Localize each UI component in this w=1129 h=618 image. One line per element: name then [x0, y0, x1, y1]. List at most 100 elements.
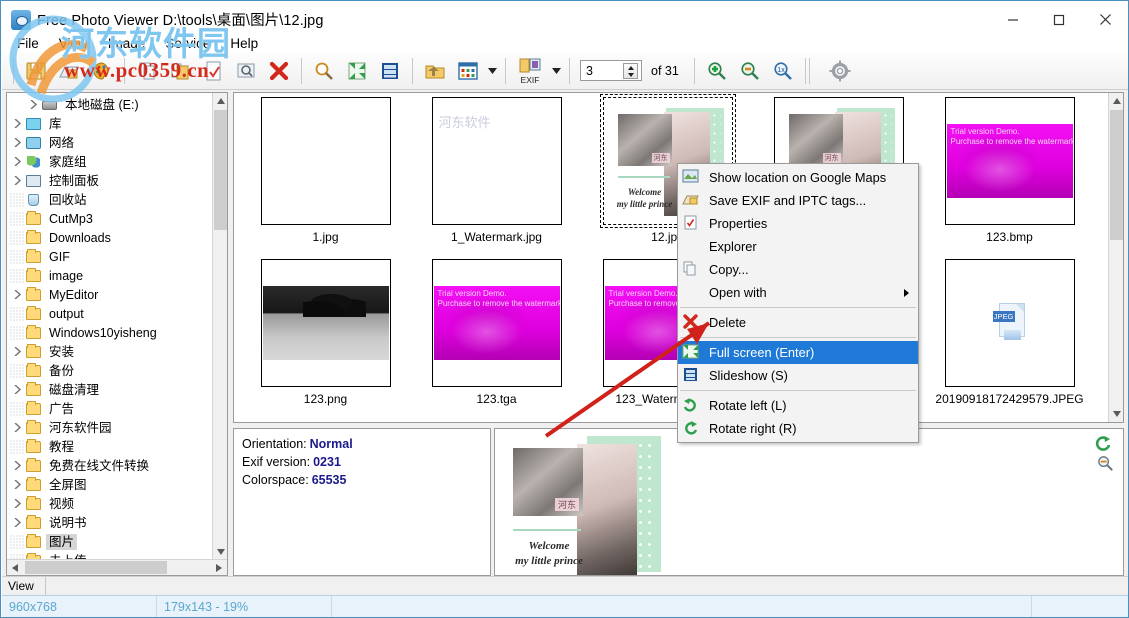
tree-item[interactable]: 视频: [7, 494, 213, 513]
tree-item[interactable]: 家庭组: [7, 152, 213, 171]
thumbnail-item[interactable]: 1.jpg: [240, 97, 411, 259]
tree-item[interactable]: 网络: [7, 133, 213, 152]
thumbnail-item[interactable]: 河东软件 1_Watermark.jpg: [411, 97, 582, 259]
exif-button[interactable]: EXIF: [512, 54, 548, 88]
tree-expand-icon[interactable]: [25, 97, 41, 113]
context-menu-item[interactable]: Save EXIF and IPTC tags...: [678, 189, 918, 212]
tree-hscroll-thumb[interactable]: [25, 561, 167, 574]
preview-button[interactable]: [230, 55, 262, 87]
tree-item[interactable]: 教程: [7, 437, 213, 456]
select-button[interactable]: [197, 55, 229, 87]
grid-view-dropdown[interactable]: [485, 56, 499, 86]
fullscreen-button[interactable]: [341, 55, 373, 87]
tree-item[interactable]: 免费在线文件转换: [7, 456, 213, 475]
thumbnail-item[interactable]: Trial version Demo.Purchase to remove th…: [924, 97, 1095, 259]
tree-item[interactable]: 控制面板: [7, 171, 213, 190]
film-button[interactable]: [374, 55, 406, 87]
tree-expand-icon[interactable]: [9, 477, 25, 493]
palette-button[interactable]: [86, 55, 118, 87]
actual-size-button[interactable]: 1x: [767, 55, 799, 87]
tree-item[interactable]: 库: [7, 114, 213, 133]
context-menu-item[interactable]: Delete: [678, 311, 918, 334]
thumbnail-scroll-down-button[interactable]: [1109, 406, 1123, 422]
thumbnail-item[interactable]: JPEG 20190918172429579.JPEG: [924, 259, 1095, 421]
tree-item[interactable]: 安装: [7, 342, 213, 361]
thumbnail-scroll-thumb[interactable]: [1110, 110, 1123, 240]
thumbnail-item[interactable]: Trial version Demo.Purchase to remove th…: [411, 259, 582, 421]
image-preview-panel[interactable]: Welcome my little prince: [494, 428, 1124, 576]
context-menu-item[interactable]: Explorer: [678, 235, 918, 258]
tree-expand-icon[interactable]: [9, 344, 25, 360]
tree-horizontal-scrollbar[interactable]: [7, 559, 227, 575]
context-menu-item[interactable]: Full screen (Enter): [678, 341, 918, 364]
tree-item[interactable]: 广告: [7, 399, 213, 418]
open-image-button[interactable]: [53, 55, 85, 87]
thumbnail-grid[interactable]: 1.jpg河东软件1_Watermark.jpgWelcomemy little…: [234, 93, 1108, 422]
page-spinner[interactable]: 3 of 31: [580, 60, 679, 81]
tree-item[interactable]: CutMp3: [7, 209, 213, 228]
paste-folder-button[interactable]: [164, 55, 196, 87]
tree-expand-icon[interactable]: [9, 135, 25, 151]
context-menu-item[interactable]: Open with: [678, 281, 918, 304]
thumbnail-image[interactable]: [260, 259, 391, 387]
tree-scroll-up-button[interactable]: [213, 93, 227, 109]
thumbnail-image[interactable]: [260, 97, 391, 225]
thumbnail-scroll-up-button[interactable]: [1109, 93, 1123, 109]
tree-item[interactable]: 河东软件园: [7, 418, 213, 437]
tree-expand-icon[interactable]: [9, 287, 25, 303]
thumbnail-image[interactable]: Trial version Demo.Purchase to remove th…: [944, 97, 1075, 225]
folder-tree[interactable]: 本地磁盘 (E:) 库网络 家庭组 控制面板 回收站 CutMp3 Downloads GIF…: [7, 93, 213, 560]
menu-image[interactable]: Image: [98, 35, 156, 52]
thumbnail-item[interactable]: 123.png: [240, 259, 411, 421]
zoom-button[interactable]: [308, 55, 340, 87]
context-menu-item[interactable]: Slideshow (S): [678, 364, 918, 387]
tree-item[interactable]: Downloads: [7, 228, 213, 247]
exif-dropdown[interactable]: [549, 56, 563, 86]
tree-expand-icon[interactable]: [9, 515, 25, 531]
gear-icon[interactable]: [824, 55, 856, 87]
context-menu[interactable]: Show location on Google Maps Save EXIF an…: [677, 163, 919, 443]
up-folder-button[interactable]: [419, 55, 451, 87]
tree-scroll-down-button[interactable]: [213, 544, 227, 560]
tree-scroll-thumb[interactable]: [214, 110, 227, 230]
tree-expand-icon[interactable]: [9, 420, 25, 436]
menu-service[interactable]: Service: [155, 35, 220, 52]
tree-expand-icon[interactable]: [9, 382, 25, 398]
tree-expand-icon[interactable]: [9, 496, 25, 512]
menu-help[interactable]: Help: [220, 35, 268, 52]
tree-expand-icon[interactable]: [9, 116, 25, 132]
tree-item[interactable]: GIF: [7, 247, 213, 266]
thumbnail-image[interactable]: Trial version Demo.Purchase to remove th…: [431, 259, 562, 387]
zoom-out-icon[interactable]: [1096, 454, 1119, 478]
tree-item[interactable]: output: [7, 304, 213, 323]
tree-item[interactable]: image: [7, 266, 213, 285]
page-input[interactable]: 3: [580, 60, 642, 81]
tree-item[interactable]: 回收站: [7, 190, 213, 209]
tree-item[interactable]: 全屏图: [7, 475, 213, 494]
save-button[interactable]: [20, 55, 52, 87]
thumbnail-image[interactable]: 河东软件: [431, 97, 562, 225]
tree-expand-icon[interactable]: [9, 154, 25, 170]
tree-item[interactable]: 说明书: [7, 513, 213, 532]
zoom-out-button[interactable]: [734, 55, 766, 87]
tree-item[interactable]: 图片: [7, 532, 213, 551]
tree-item[interactable]: 备份: [7, 361, 213, 380]
tree-expand-icon[interactable]: [9, 458, 25, 474]
tree-item[interactable]: MyEditor: [7, 285, 213, 304]
delete-button[interactable]: [263, 55, 295, 87]
thumbnail-vertical-scrollbar[interactable]: [1108, 93, 1123, 422]
context-menu-item[interactable]: Copy...: [678, 258, 918, 281]
context-menu-item[interactable]: Show location on Google Maps: [678, 166, 918, 189]
tree-expand-icon[interactable]: [9, 173, 25, 189]
page-stepper[interactable]: [623, 63, 638, 79]
grid-view-button[interactable]: [452, 55, 484, 87]
tree-scroll-right-button[interactable]: [211, 560, 227, 575]
copy-button[interactable]: [131, 55, 163, 87]
context-menu-item[interactable]: Properties: [678, 212, 918, 235]
menu-view[interactable]: View: [49, 35, 98, 52]
zoom-in-button[interactable]: [701, 55, 733, 87]
tree-item[interactable]: Windows10yisheng: [7, 323, 213, 342]
tree-item[interactable]: 本地磁盘 (E:): [7, 95, 213, 114]
context-menu-item[interactable]: Rotate left (L): [678, 394, 918, 417]
tree-item[interactable]: 磁盘清理: [7, 380, 213, 399]
